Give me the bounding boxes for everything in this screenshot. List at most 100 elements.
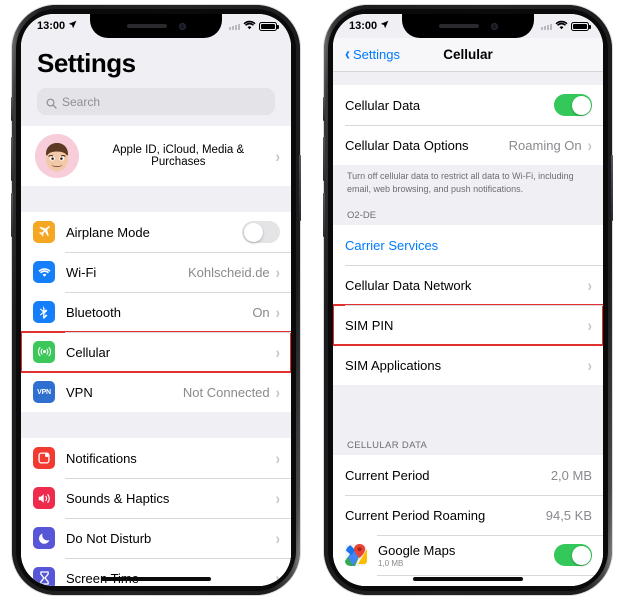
cellular-antenna-icon [33,341,55,363]
sidebar-item-sounds-haptics[interactable]: Sounds & Haptics › [21,478,291,518]
search-input[interactable]: Search [37,88,275,115]
sim-pin-row[interactable]: SIM PIN › [333,304,603,347]
sidebar-item-label: Cellular [66,344,111,360]
do-not-disturb-moon-icon [33,527,55,549]
sidebar-item-wifi[interactable]: Wi-Fi Kohlscheid.de › [21,252,291,292]
search-placeholder: Search [62,94,101,109]
chevron-right-icon: › [275,448,280,468]
group-gap [333,72,603,85]
carrier-services-row[interactable]: Carrier Services [333,225,603,266]
chevron-right-icon: › [587,135,592,155]
row-label: SIM PIN [345,317,394,333]
power-button[interactable] [611,155,613,221]
battery-full-icon [259,21,279,31]
silent-switch-button[interactable] [11,97,13,121]
sidebar-item-label: Airplane Mode [66,224,150,240]
sidebar-item-bluetooth[interactable]: Bluetooth On › [21,292,291,332]
current-period-roaming-value: 94,5 KB [545,507,592,523]
status-bar: 13:00 [21,14,291,38]
volume-down-button[interactable] [323,193,325,237]
cellular-data-toggle[interactable] [554,94,592,116]
status-time: 13:00 [349,20,378,32]
current-period-roaming-row: Current Period Roaming 94,5 KB [333,495,603,536]
row-label: Cellular Data Options [345,137,469,153]
wifi-icon [33,261,55,283]
cellular-data-network-row[interactable]: Cellular Data Network › [333,265,603,306]
wifi-icon [555,20,568,33]
cellular-data-footnote: Turn off cellular data to restrict all d… [333,165,603,200]
chevron-right-icon: › [587,355,592,375]
sidebar-item-label: Sounds & Haptics [66,490,170,506]
wifi-value: Kohlscheid.de [187,264,270,280]
sidebar-item-airplane-mode[interactable]: Airplane Mode [21,212,291,252]
sidebar-item-do-not-disturb[interactable]: Do Not Disturb › [21,518,291,558]
airplane-icon [33,221,55,243]
cellular-data-row[interactable]: Cellular Data [333,85,603,125]
apple-id-row[interactable]: Apple ID, iCloud, Media & Purchases › [21,126,291,186]
sim-applications-row[interactable]: SIM Applications › [333,345,603,386]
row-label: Cellular Data Network [345,277,472,293]
vpn-value: Not Connected [182,384,270,400]
phone-right-screen: 13:00 ‹ Settings Cellular Cellular Data … [333,14,603,586]
volume-up-button[interactable] [11,137,13,181]
google-maps-usage: 1,0 MB [378,558,404,568]
location-arrow-icon [380,20,389,32]
sidebar-item-vpn[interactable]: VPN VPN Not Connected › [21,372,291,412]
chevron-right-icon: › [587,315,592,335]
vpn-icon: VPN [33,381,55,403]
search-icon [46,96,57,109]
navigation-bar: ‹ Settings Cellular [333,38,603,72]
phone-left-screen: 13:00 Settings Search Apple ID, iCloud, … [21,14,291,586]
home-indicator[interactable] [413,577,523,581]
back-button[interactable]: ‹ Settings [345,44,400,65]
spacer-icon [345,584,367,586]
cellular-data-options-row[interactable]: Cellular Data Options Roaming On › [333,125,603,165]
sidebar-item-label: Wi-Fi [66,264,97,280]
cellular-data-section-header: CELLULAR DATA [333,429,603,456]
signal-dots-icon [541,22,552,30]
volume-down-button[interactable] [11,193,13,237]
screenshot-stage: 13:00 Settings Search Apple ID, iCloud, … [0,0,621,600]
google-maps-row[interactable]: Google Maps 1,0 MB [333,535,603,576]
chevron-right-icon: › [275,488,280,508]
page-title: Settings [37,48,136,78]
sidebar-item-cellular[interactable]: Cellular › [21,331,291,373]
settings-scroll-area[interactable]: 13:00 Settings Search Apple ID, iCloud, … [21,14,291,586]
signal-dots-icon [229,22,240,30]
settings-header: Settings Search [21,38,291,115]
row-label: Cellular Data [345,97,421,113]
status-bar-left: 13:00 [37,20,77,32]
notifications-group: Notifications › Sounds & Haptics › Do No… [21,438,291,586]
apple-id-label: Apple ID, iCloud, Media & Purchases [112,144,245,168]
status-bar-left: 13:00 [349,20,389,32]
chevron-left-icon: ‹ [345,44,350,65]
sidebar-item-notifications[interactable]: Notifications › [21,438,291,478]
sidebar-item-label: Bluetooth [66,304,121,320]
sounds-haptics-icon [33,487,55,509]
chevron-right-icon: › [275,568,280,586]
profile-group: Apple ID, iCloud, Media & Purchases › [21,126,291,186]
current-period-value: 2,0 MB [550,467,592,483]
group-gap [333,385,603,430]
row-label: Current Period Roaming [345,507,486,523]
google-maps-toggle[interactable] [554,544,592,567]
row-label: Current Period [345,467,430,483]
cellular-scroll-area[interactable]: 13:00 ‹ Settings Cellular Cellular Data … [333,14,603,586]
home-indicator[interactable] [101,577,211,581]
cellular-usage-group: Current Period 2,0 MB Current Period Roa… [333,455,603,586]
current-period-row: Current Period 2,0 MB [333,455,603,496]
sidebar-item-screen-time[interactable]: Screen Time › [21,558,291,586]
silent-switch-button[interactable] [323,97,325,121]
connectivity-group: Airplane Mode Wi-Fi Kohlscheid.de › Blue… [21,212,291,412]
wifi-icon [243,20,256,33]
airplane-mode-toggle[interactable] [242,221,280,243]
power-button[interactable] [299,155,301,221]
cellular-data-group: Cellular Data Cellular Data Options Roam… [333,85,603,165]
volume-up-button[interactable] [323,137,325,181]
chevron-right-icon: › [275,146,280,166]
carrier-section-header: O2-DE [333,199,603,226]
memoji-avatar [35,134,79,178]
google-maps-icon [345,544,367,567]
status-time: 13:00 [37,20,66,32]
roaming-value: Roaming On [508,137,582,153]
